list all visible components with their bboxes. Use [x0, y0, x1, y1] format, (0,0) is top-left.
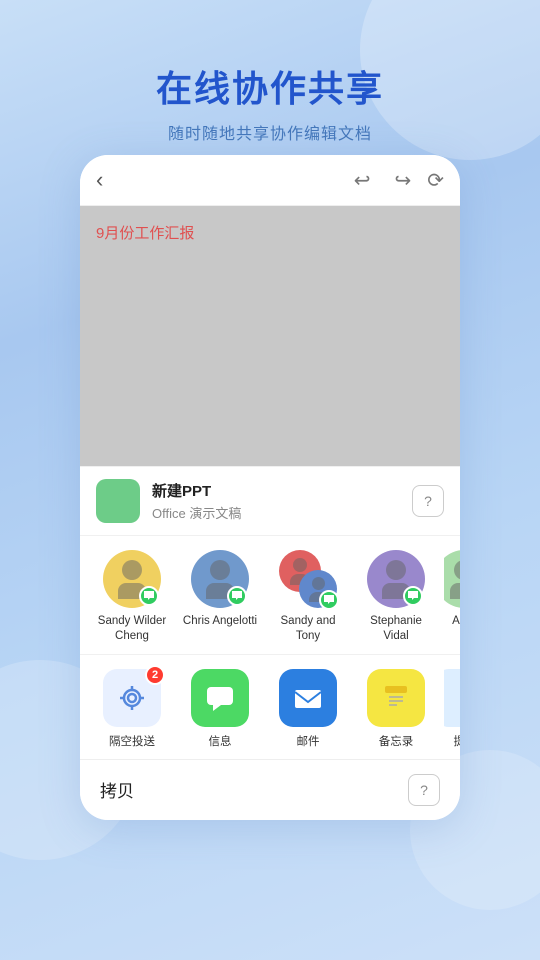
app-icon-wrapper-mail	[279, 669, 337, 727]
phone-mockup: ‹ ↩ ↪ ⟳ 9月份工作汇报 新建PPT Office 演示文稿 ?	[80, 155, 460, 820]
file-info-bar: 新建PPT Office 演示文稿 ?	[80, 466, 460, 536]
copy-label: 拷贝	[100, 777, 134, 802]
app-item-extra[interactable]: 提...	[444, 669, 460, 749]
app-item-airdrop[interactable]: 2 隔空投送	[92, 669, 172, 749]
app-icon-notes	[367, 669, 425, 727]
app-icon-wrapper-extra	[444, 669, 460, 727]
file-type: Office 演示文稿	[152, 503, 412, 522]
document-title: 9月份工作汇报	[96, 222, 444, 243]
contact-name-extra: An...	[452, 614, 460, 629]
message-icon	[407, 590, 419, 602]
toolbar-nav: ↩ ↪	[354, 168, 412, 193]
contact-avatar-wrapper-sandy-tony	[279, 550, 337, 608]
app-icon-messages	[191, 669, 249, 727]
bottom-bar: 拷贝 ?	[80, 759, 460, 820]
person-head	[312, 577, 325, 590]
apps-section: 2 隔空投送 信息	[80, 655, 460, 759]
app-name-extra: 提...	[453, 733, 460, 749]
contact-item-sandy-wilder[interactable]: Sandy Wilder Cheng	[92, 550, 172, 644]
person-head	[210, 560, 230, 580]
notes-icon	[379, 681, 413, 715]
mail-icon	[291, 681, 325, 715]
main-title: 在线协作共享	[0, 60, 540, 112]
file-icon	[96, 479, 140, 523]
contact-avatar-wrapper-sandy-wilder	[103, 550, 161, 608]
file-details: 新建PPT Office 演示文稿	[152, 480, 412, 522]
sub-title: 随时随地共享协作编辑文档	[0, 120, 540, 144]
contacts-section: Sandy Wilder Cheng Chris Angelotti	[80, 536, 460, 655]
app-icon-wrapper-airdrop: 2	[103, 669, 161, 727]
app-name-mail: 邮件	[297, 733, 320, 749]
undo-button[interactable]: ↩	[354, 168, 371, 193]
contact-item-chris[interactable]: Chris Angelotti	[180, 550, 260, 644]
person-head	[122, 560, 142, 580]
question-mark-icon: ?	[420, 782, 428, 798]
contact-avatar-wrapper-extra	[444, 550, 460, 608]
bottom-help-button[interactable]: ?	[408, 774, 440, 806]
back-button[interactable]: ‹	[96, 167, 103, 193]
message-icon	[231, 590, 243, 602]
person-head	[454, 560, 460, 580]
app-icon-wrapper-messages	[191, 669, 249, 727]
question-mark-icon: ?	[424, 493, 432, 509]
file-name: 新建PPT	[152, 480, 412, 501]
contacts-row: Sandy Wilder Cheng Chris Angelotti	[80, 550, 460, 644]
app-item-messages[interactable]: 信息	[180, 669, 260, 749]
contact-name-stephanie: Stephanie Vidal	[357, 614, 435, 644]
person-head	[386, 560, 406, 580]
person-head	[293, 558, 307, 572]
app-icon-mail	[279, 669, 337, 727]
message-badge	[319, 590, 339, 610]
app-name-notes: 备忘录	[379, 733, 414, 749]
contact-avatar-wrapper-stephanie	[367, 550, 425, 608]
file-help-button[interactable]: ?	[412, 485, 444, 517]
contact-item-stephanie[interactable]: Stephanie Vidal	[356, 550, 436, 644]
airdrop-badge: 2	[145, 665, 165, 685]
message-badge	[139, 586, 159, 606]
app-name-airdrop: 隔空投送	[109, 733, 155, 749]
app-icon-extra	[444, 669, 460, 727]
message-icon	[143, 590, 155, 602]
person-silhouette	[444, 550, 460, 608]
app-item-mail[interactable]: 邮件	[268, 669, 348, 749]
apps-row: 2 隔空投送 信息	[80, 669, 460, 749]
document-area: 9月份工作汇报	[80, 206, 460, 466]
message-badge	[403, 586, 423, 606]
contact-name-sandy-wilder: Sandy Wilder Cheng	[93, 614, 171, 644]
contact-item-extra[interactable]: An...	[444, 550, 460, 644]
app-icon-wrapper-notes	[367, 669, 425, 727]
contact-avatar-extra	[444, 550, 460, 608]
message-badge	[227, 586, 247, 606]
header-section: 在线协作共享 随时随地共享协作编辑文档	[0, 0, 540, 164]
person-body	[450, 583, 460, 599]
contact-item-sandy-tony[interactable]: Sandy and Tony	[268, 550, 348, 644]
airdrop-icon	[115, 681, 149, 715]
redo-button[interactable]: ↪	[394, 168, 411, 193]
refresh-button[interactable]: ⟳	[427, 168, 444, 193]
contact-name-chris: Chris Angelotti	[183, 614, 257, 629]
message-icon	[323, 594, 335, 606]
app-name-messages: 信息	[209, 733, 232, 749]
messages-icon	[203, 681, 237, 715]
phone-toolbar: ‹ ↩ ↪ ⟳	[80, 155, 460, 206]
contact-avatar-wrapper-chris	[191, 550, 249, 608]
contact-name-sandy-tony: Sandy and Tony	[269, 614, 347, 644]
app-item-notes[interactable]: 备忘录	[356, 669, 436, 749]
